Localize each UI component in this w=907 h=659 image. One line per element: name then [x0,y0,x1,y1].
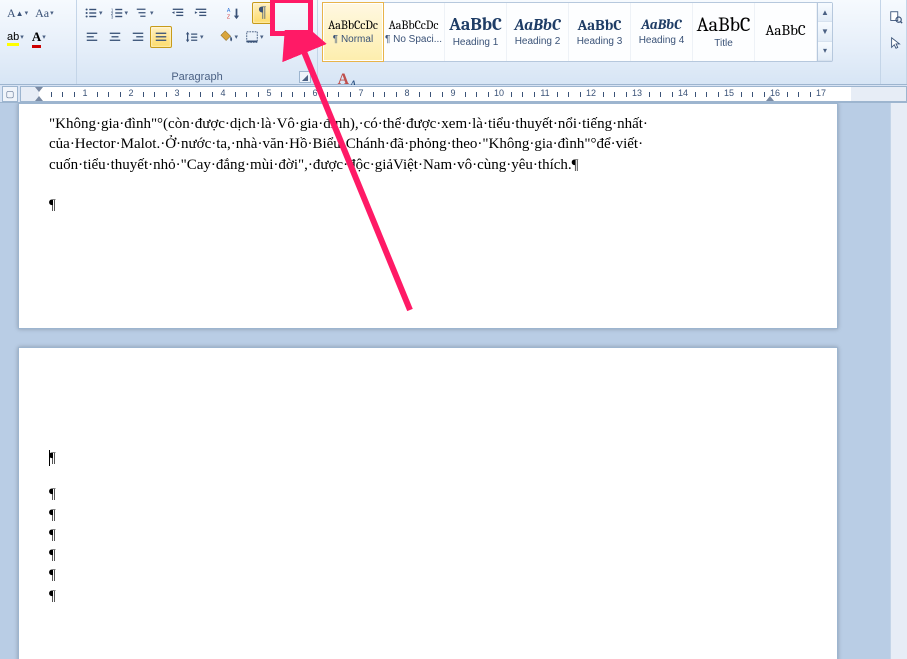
horizontal-ruler[interactable]: 1234567891011121314151617 [20,86,907,102]
increase-indent-button[interactable] [190,2,212,24]
editing-group [881,0,907,84]
empty-paragraph[interactable]: ¶ [49,565,807,585]
style-preview: AaBbC [641,18,681,32]
hanging-indent-marker[interactable] [35,96,43,101]
align-justify-button[interactable] [150,26,172,48]
style-preview: AaBbC [697,15,751,35]
paragraph-group-label: Paragraph ◢ [81,69,313,84]
style-preview: AaBbC [578,18,622,33]
styles-scroll-up[interactable]: ▲ [818,3,832,22]
page-1[interactable]: "Không·gia·đình"°(còn·được·dịch·là·Vô·gi… [18,103,838,329]
ruler-number: 3 [174,88,179,98]
svg-text:A: A [226,8,230,14]
style-preview: AaBbC [449,16,502,34]
numbering-button[interactable]: 123▾ [107,2,132,24]
ruler-number: 11 [540,88,549,98]
ruler-number: 1 [82,88,87,98]
styles-gallery: AaBbCcDc¶ NormalAaBbCcDc¶ No Spaci...AaB… [322,2,833,62]
right-indent-marker[interactable] [766,96,774,101]
style-item-heading-2[interactable]: AaBbC Heading 2 [507,3,569,61]
find-button[interactable] [885,6,907,28]
ruler-number: 15 [724,88,734,98]
ruler-number: 13 [632,88,642,98]
style-item-blank[interactable]: AaBbC [755,3,817,61]
style-item-heading-1[interactable]: AaBbC Heading 1 [445,3,507,61]
style-item-heading-4[interactable]: AaBbC Heading 4 [631,3,693,61]
empty-paragraph[interactable]: ¶ [49,505,807,525]
ruler-number: 8 [404,88,409,98]
align-right-button[interactable] [127,26,149,48]
highlight-button[interactable]: ab▾ [4,26,27,48]
multilevel-list-button[interactable]: ▾ [132,2,157,24]
styles-scroll-down[interactable]: ▼ [818,22,832,41]
ruler-area: ▢ 1234567891011121314151617 [0,85,907,103]
paragraph-group: ▾ 123▾ ▾ AZ ¶ ▾ ▾ ▾ [77,0,318,84]
document-area: "Không·gia·đình"°(còn·được·dịch·là·Vô·gi… [0,103,907,659]
empty-paragraph[interactable]: ¶ [49,195,807,215]
vertical-scrollbar[interactable] [890,103,907,659]
style-item---normal[interactable]: AaBbCcDc ¶ Normal [322,2,384,62]
font-color-button[interactable]: A▾ [28,26,50,48]
ruler-number: 7 [358,88,363,98]
style-label: Heading 3 [577,36,623,47]
style-item-heading-3[interactable]: AaBbC Heading 3 [569,3,631,61]
empty-paragraph[interactable]: ¶ [49,525,807,545]
ribbon: A▲▾ Aa▾ ab▾ A▾ ▾ 123▾ ▾ AZ ¶ [0,0,907,85]
font-group: A▲▾ Aa▾ ab▾ A▾ [0,0,77,84]
align-center-button[interactable] [104,26,126,48]
show-hide-pilcrow-button[interactable]: ¶ [252,2,274,24]
style-label: ¶ Normal [333,34,373,45]
style-item-title[interactable]: AaBbC Title [693,3,755,61]
empty-paragraph[interactable]: ¶ [49,484,807,504]
style-item---no-spaci---[interactable]: AaBbCcDc ¶ No Spaci... [383,3,445,61]
svg-text:Z: Z [226,14,230,20]
style-label: Heading 2 [515,36,561,47]
style-label: Heading 1 [453,37,499,48]
style-label: Title [714,38,733,49]
empty-paragraph[interactable]: ¶ [49,586,807,606]
ruler-number: 10 [494,88,504,98]
shading-button[interactable]: ▾ [217,26,242,48]
first-line-indent-marker[interactable] [35,87,43,92]
document-paragraph[interactable]: "Không·gia·đình"°(còn·được·dịch·là·Vô·gi… [49,114,807,175]
sort-button[interactable]: AZ [222,2,244,24]
grow-font-button[interactable]: A▲▾ [4,2,31,24]
empty-paragraph[interactable]: ¶ [49,448,807,468]
font-group-label [4,69,72,84]
ruler-number: 5 [266,88,271,98]
styles-gallery-scroller: ▲▼▾ [817,3,832,61]
ruler-number: 14 [678,88,688,98]
styles-group: AaBbCcDc¶ NormalAaBbCcDc¶ No Spaci...AaB… [318,0,881,84]
styles-expand[interactable]: ▾ [818,42,832,61]
ruler-number: 2 [128,88,133,98]
ruler-toggle[interactable]: ▢ [2,86,18,102]
select-button[interactable] [885,32,907,54]
paragraph-dialog-launcher[interactable]: ◢ [299,71,311,83]
bullets-button[interactable]: ▾ [81,2,106,24]
line-spacing-button[interactable]: ▾ [182,26,207,48]
change-case-button[interactable]: Aa▾ [32,2,57,24]
empty-paragraph[interactable]: ¶ [49,545,807,565]
style-preview: AaBbC [514,17,560,33]
ruler-number: 9 [450,88,455,98]
style-preview: AaBbC [765,23,805,38]
ruler-number: 6 [312,88,317,98]
ruler-number: 12 [586,88,596,98]
svg-text:3: 3 [110,14,113,19]
ruler-number: 4 [220,88,225,98]
borders-button[interactable]: ▾ [242,26,267,48]
style-label: ¶ No Spaci... [385,34,442,45]
decrease-indent-button[interactable] [167,2,189,24]
style-preview: AaBbCcDc [328,19,378,31]
align-left-button[interactable] [81,26,103,48]
style-preview: AaBbCcDc [389,19,439,31]
style-label: Heading 4 [639,35,685,46]
page-2[interactable]: ¶¶¶¶¶¶¶ [18,347,838,659]
ruler-number: 17 [816,88,826,98]
